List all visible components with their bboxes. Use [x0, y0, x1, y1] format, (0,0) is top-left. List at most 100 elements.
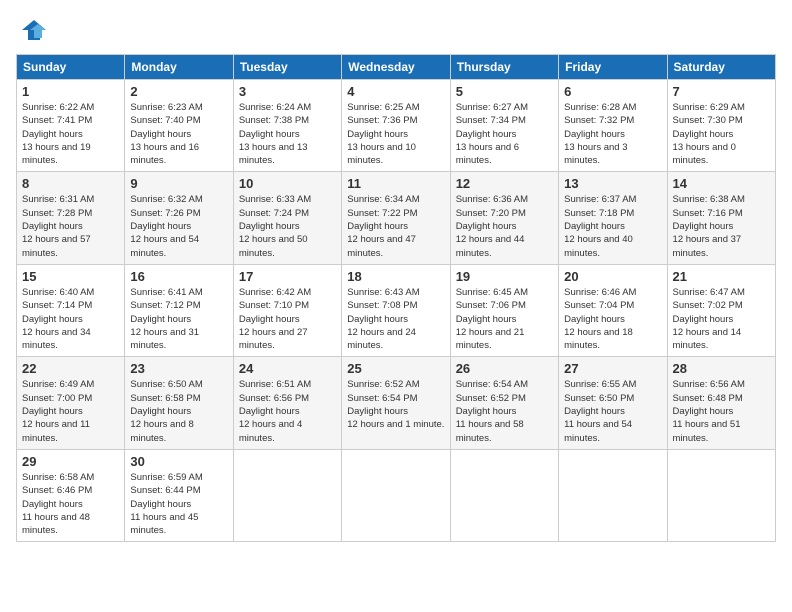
day-number: 9 — [130, 176, 227, 191]
calendar-header-row: SundayMondayTuesdayWednesdayThursdayFrid… — [17, 55, 776, 80]
day-info: Sunrise: 6:25 AMSunset: 7:36 PMDaylight … — [347, 101, 444, 167]
day-info: Sunrise: 6:41 AMSunset: 7:12 PMDaylight … — [130, 286, 227, 352]
day-number: 21 — [673, 269, 770, 284]
calendar-day-cell: 23 Sunrise: 6:50 AMSunset: 6:58 PMDayligh… — [125, 357, 233, 449]
calendar-day-cell: 8 Sunrise: 6:31 AMSunset: 7:28 PMDaylight… — [17, 172, 125, 264]
day-number: 26 — [456, 361, 553, 376]
day-info: Sunrise: 6:23 AMSunset: 7:40 PMDaylight … — [130, 101, 227, 167]
calendar-day-cell: 26 Sunrise: 6:54 AMSunset: 6:52 PMDayligh… — [450, 357, 558, 449]
logo — [16, 16, 52, 44]
calendar-day-cell: 10 Sunrise: 6:33 AMSunset: 7:24 PMDayligh… — [233, 172, 341, 264]
calendar-day-cell: 21 Sunrise: 6:47 AMSunset: 7:02 PMDayligh… — [667, 264, 775, 356]
logo-icon — [16, 16, 48, 44]
calendar-week-row: 1 Sunrise: 6:22 AMSunset: 7:41 PMDaylight… — [17, 80, 776, 172]
calendar-day-cell: 29 Sunrise: 6:58 AMSunset: 6:46 PMDayligh… — [17, 449, 125, 541]
calendar-day-cell: 16 Sunrise: 6:41 AMSunset: 7:12 PMDayligh… — [125, 264, 233, 356]
day-number: 8 — [22, 176, 119, 191]
day-number: 16 — [130, 269, 227, 284]
day-info: Sunrise: 6:50 AMSunset: 6:58 PMDaylight … — [130, 378, 227, 444]
calendar-day-cell: 17 Sunrise: 6:42 AMSunset: 7:10 PMDayligh… — [233, 264, 341, 356]
calendar-day-cell: 1 Sunrise: 6:22 AMSunset: 7:41 PMDaylight… — [17, 80, 125, 172]
calendar-header-cell: Sunday — [17, 55, 125, 80]
calendar-day-cell: 6 Sunrise: 6:28 AMSunset: 7:32 PMDaylight… — [559, 80, 667, 172]
day-info: Sunrise: 6:54 AMSunset: 6:52 PMDaylight … — [456, 378, 553, 444]
calendar-week-row: 22 Sunrise: 6:49 AMSunset: 7:00 PMDayligh… — [17, 357, 776, 449]
calendar-header-cell: Tuesday — [233, 55, 341, 80]
calendar-week-row: 8 Sunrise: 6:31 AMSunset: 7:28 PMDaylight… — [17, 172, 776, 264]
day-number: 20 — [564, 269, 661, 284]
day-number: 12 — [456, 176, 553, 191]
calendar-body: 1 Sunrise: 6:22 AMSunset: 7:41 PMDaylight… — [17, 80, 776, 542]
calendar-day-cell: 4 Sunrise: 6:25 AMSunset: 7:36 PMDaylight… — [342, 80, 450, 172]
calendar-day-cell: 28Sunrise: 6:56 AMSunset: 6:48 PMDayligh… — [667, 357, 775, 449]
day-info: Sunrise: 6:22 AMSunset: 7:41 PMDaylight … — [22, 101, 119, 167]
calendar-day-cell: 2 Sunrise: 6:23 AMSunset: 7:40 PMDaylight… — [125, 80, 233, 172]
day-info: Sunrise: 6:59 AMSunset: 6:44 PMDaylight … — [130, 471, 227, 537]
calendar-header-cell: Friday — [559, 55, 667, 80]
day-info: Sunrise: 6:46 AMSunset: 7:04 PMDaylight … — [564, 286, 661, 352]
day-number: 11 — [347, 176, 444, 191]
day-number: 25 — [347, 361, 444, 376]
day-number: 27 — [564, 361, 661, 376]
day-number: 17 — [239, 269, 336, 284]
header — [16, 16, 776, 44]
day-number: 19 — [456, 269, 553, 284]
day-info: Sunrise: 6:42 AMSunset: 7:10 PMDaylight … — [239, 286, 336, 352]
calendar-day-cell: 5 Sunrise: 6:27 AMSunset: 7:34 PMDaylight… — [450, 80, 558, 172]
calendar-day-cell — [450, 449, 558, 541]
day-info: Sunrise: 6:56 AMSunset: 6:48 PMDaylight … — [673, 378, 770, 444]
day-info: Sunrise: 6:40 AMSunset: 7:14 PMDaylight … — [22, 286, 119, 352]
calendar-day-cell: 12Sunrise: 6:36 AMSunset: 7:20 PMDayligh… — [450, 172, 558, 264]
day-number: 6 — [564, 84, 661, 99]
day-info: Sunrise: 6:24 AMSunset: 7:38 PMDaylight … — [239, 101, 336, 167]
calendar-day-cell — [667, 449, 775, 541]
day-number: 7 — [673, 84, 770, 99]
day-info: Sunrise: 6:27 AMSunset: 7:34 PMDaylight … — [456, 101, 553, 167]
day-number: 10 — [239, 176, 336, 191]
day-info: Sunrise: 6:51 AMSunset: 6:56 PMDaylight … — [239, 378, 336, 444]
day-number: 13 — [564, 176, 661, 191]
day-info: Sunrise: 6:31 AMSunset: 7:28 PMDaylight … — [22, 193, 119, 259]
day-number: 22 — [22, 361, 119, 376]
calendar-day-cell — [342, 449, 450, 541]
day-number: 5 — [456, 84, 553, 99]
day-info: Sunrise: 6:47 AMSunset: 7:02 PMDaylight … — [673, 286, 770, 352]
calendar-day-cell: 7Sunrise: 6:29 AMSunset: 7:30 PMDaylight… — [667, 80, 775, 172]
calendar-week-row: 15 Sunrise: 6:40 AMSunset: 7:14 PMDayligh… — [17, 264, 776, 356]
day-info: Sunrise: 6:43 AMSunset: 7:08 PMDaylight … — [347, 286, 444, 352]
calendar-day-cell: 9 Sunrise: 6:32 AMSunset: 7:26 PMDaylight… — [125, 172, 233, 264]
calendar-day-cell: 22 Sunrise: 6:49 AMSunset: 7:00 PMDayligh… — [17, 357, 125, 449]
day-info: Sunrise: 6:33 AMSunset: 7:24 PMDaylight … — [239, 193, 336, 259]
day-info: Sunrise: 6:52 AMSunset: 6:54 PMDaylight … — [347, 378, 444, 431]
day-number: 4 — [347, 84, 444, 99]
calendar-day-cell: 11 Sunrise: 6:34 AMSunset: 7:22 PMDayligh… — [342, 172, 450, 264]
calendar-table: SundayMondayTuesdayWednesdayThursdayFrid… — [16, 54, 776, 542]
day-number: 29 — [22, 454, 119, 469]
day-number: 1 — [22, 84, 119, 99]
calendar-day-cell: 14 Sunrise: 6:38 AMSunset: 7:16 PMDayligh… — [667, 172, 775, 264]
calendar-day-cell: 27 Sunrise: 6:55 AMSunset: 6:50 PMDayligh… — [559, 357, 667, 449]
day-number: 30 — [130, 454, 227, 469]
calendar-day-cell: 13 Sunrise: 6:37 AMSunset: 7:18 PMDayligh… — [559, 172, 667, 264]
day-info: Sunrise: 6:32 AMSunset: 7:26 PMDaylight … — [130, 193, 227, 259]
day-info: Sunrise: 6:49 AMSunset: 7:00 PMDaylight … — [22, 378, 119, 444]
calendar-day-cell: 30 Sunrise: 6:59 AMSunset: 6:44 PMDayligh… — [125, 449, 233, 541]
day-info: Sunrise: 6:45 AMSunset: 7:06 PMDaylight … — [456, 286, 553, 352]
day-number: 2 — [130, 84, 227, 99]
calendar-header-cell: Thursday — [450, 55, 558, 80]
calendar-day-cell: 20 Sunrise: 6:46 AMSunset: 7:04 PMDayligh… — [559, 264, 667, 356]
calendar-header-cell: Saturday — [667, 55, 775, 80]
page: SundayMondayTuesdayWednesdayThursdayFrid… — [0, 0, 792, 612]
day-number: 15 — [22, 269, 119, 284]
day-info: Sunrise: 6:38 AMSunset: 7:16 PMDaylight … — [673, 193, 770, 259]
day-info: Sunrise: 6:55 AMSunset: 6:50 PMDaylight … — [564, 378, 661, 444]
day-info: Sunrise: 6:58 AMSunset: 6:46 PMDaylight … — [22, 471, 119, 537]
day-number: 23 — [130, 361, 227, 376]
day-info: Sunrise: 6:28 AMSunset: 7:32 PMDaylight … — [564, 101, 661, 167]
day-number: 14 — [673, 176, 770, 191]
day-info: Sunrise: 6:37 AMSunset: 7:18 PMDaylight … — [564, 193, 661, 259]
calendar-day-cell: 15 Sunrise: 6:40 AMSunset: 7:14 PMDayligh… — [17, 264, 125, 356]
calendar-day-cell — [559, 449, 667, 541]
calendar-header-cell: Monday — [125, 55, 233, 80]
day-info: Sunrise: 6:34 AMSunset: 7:22 PMDaylight … — [347, 193, 444, 259]
